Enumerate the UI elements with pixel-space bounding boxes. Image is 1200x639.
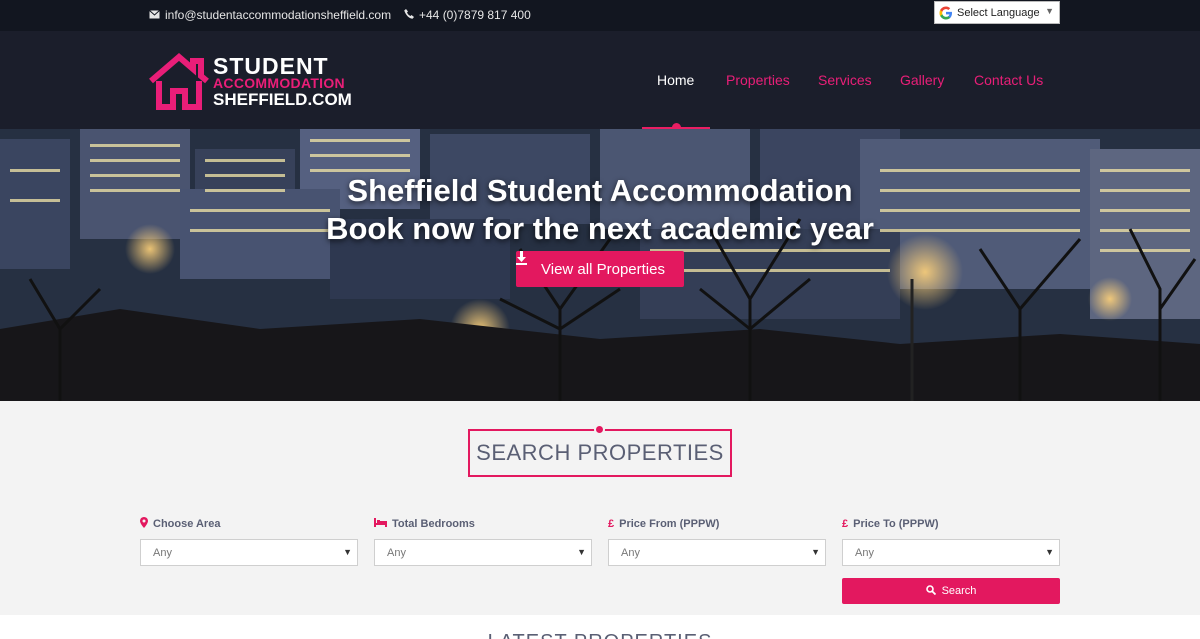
hero-banner: Sheffield Student Accommodation Book now… <box>0 129 1200 401</box>
price-to-select[interactable]: Any ▼ <box>842 539 1060 566</box>
price-from-value: Any <box>621 546 640 559</box>
language-label: Select Language <box>957 6 1040 19</box>
logo-line-2: ACCOMMODATION <box>213 75 345 91</box>
search-section: SEARCH PROPERTIES Choose Area Any ▼ Tota… <box>0 401 1200 639</box>
choose-area-value: Any <box>153 546 172 559</box>
latest-properties-heading: LATEST PROPERTIES <box>0 631 1200 639</box>
phone-icon <box>404 8 414 22</box>
price-to-value: Any <box>855 546 874 559</box>
bed-icon <box>374 518 387 530</box>
nav-services[interactable]: Services <box>818 72 872 88</box>
heading-dot <box>594 424 605 435</box>
search-icon <box>925 584 936 598</box>
pound-icon: £ <box>608 518 615 530</box>
site-logo[interactable]: STUDENT ACCOMMODATION SHEFFIELD.COM <box>147 53 357 111</box>
latest-properties-section: LATEST PROPERTIES <box>0 615 1200 639</box>
price-from-select[interactable]: Any ▼ <box>608 539 826 566</box>
map-marker-icon <box>140 517 148 531</box>
email-contact[interactable]: info@studentaccommodationsheffield.com <box>149 8 391 22</box>
nav-contact-us[interactable]: Contact Us <box>974 72 1043 88</box>
logo-line-3: SHEFFIELD.COM <box>213 90 352 109</box>
google-icon <box>939 6 953 20</box>
search-properties-heading: SEARCH PROPERTIES <box>468 429 732 477</box>
chevron-down-icon: ▼ <box>811 547 820 557</box>
price-from-label: Price From (PPPW) <box>619 518 720 530</box>
envelope-icon <box>149 8 160 22</box>
house-icon <box>147 53 211 116</box>
hero-title-line-2: Book now for the next academic year <box>326 211 874 246</box>
price-to-label: Price To (PPPW) <box>853 518 939 530</box>
site-header: STUDENT ACCOMMODATION SHEFFIELD.COM Home… <box>0 31 1200 132</box>
price-to-field: £ Price To (PPPW) Any ▼ <box>842 517 1060 566</box>
view-all-properties-button[interactable]: View all Properties <box>516 251 684 287</box>
search-button[interactable]: Search <box>842 578 1060 604</box>
hero-title-line-1: Sheffield Student Accommodation <box>347 173 853 208</box>
nav-properties[interactable]: Properties <box>726 72 790 88</box>
top-bar: info@studentaccommodationsheffield.com +… <box>0 0 1200 31</box>
chevron-down-icon: ▼ <box>1045 6 1054 16</box>
nav-home[interactable]: Home <box>657 72 694 88</box>
total-bedrooms-label: Total Bedrooms <box>392 518 475 530</box>
email-text[interactable]: info@studentaccommodationsheffield.com <box>165 8 391 22</box>
phone-contact[interactable]: +44 (0)7879 817 400 <box>404 8 531 22</box>
price-from-field: £ Price From (PPPW) Any ▼ <box>608 517 826 566</box>
choose-area-label: Choose Area <box>153 518 221 530</box>
total-bedrooms-field: Total Bedrooms Any ▼ <box>374 517 592 566</box>
language-select[interactable]: Select Language ▼ <box>934 1 1060 24</box>
choose-area-select[interactable]: Any ▼ <box>140 539 358 566</box>
view-all-properties-label: View all Properties <box>541 260 665 278</box>
pound-icon: £ <box>842 518 849 530</box>
chevron-down-icon: ▼ <box>343 547 352 557</box>
phone-text[interactable]: +44 (0)7879 817 400 <box>419 8 531 22</box>
nav-gallery[interactable]: Gallery <box>900 72 944 88</box>
total-bedrooms-value: Any <box>387 546 406 559</box>
chevron-down-icon: ▼ <box>577 547 586 557</box>
total-bedrooms-select[interactable]: Any ▼ <box>374 539 592 566</box>
choose-area-field: Choose Area Any ▼ <box>140 517 358 566</box>
search-button-label: Search <box>941 585 977 597</box>
chevron-down-icon: ▼ <box>1045 547 1054 557</box>
